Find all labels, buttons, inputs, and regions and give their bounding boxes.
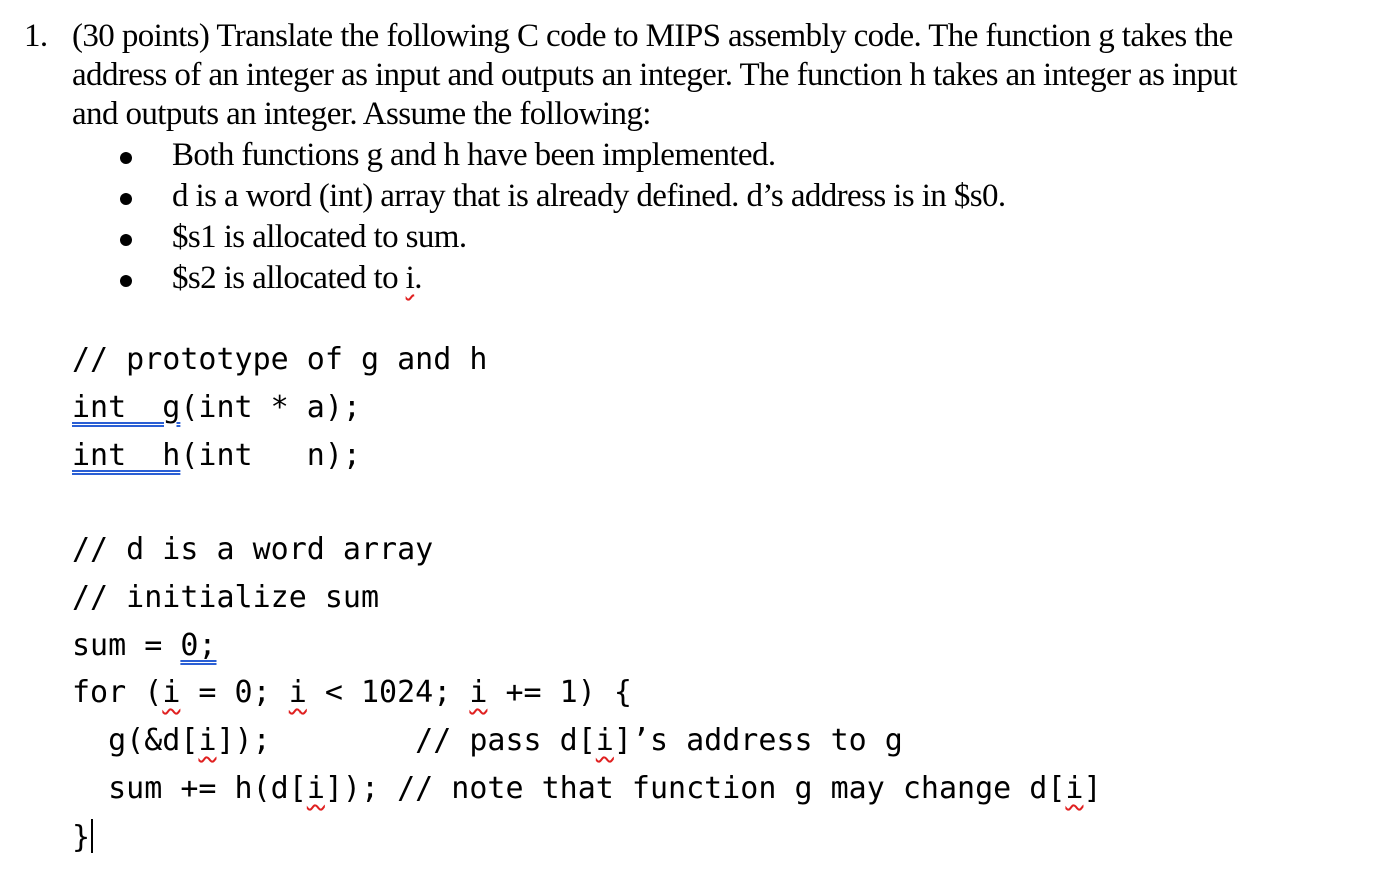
code-for-loop: for (i = 0; i < 1024; i += 1) { [72, 675, 632, 710]
assumption-4-text: $s2 is allocated to [172, 260, 406, 296]
problem-number: 1. [24, 18, 48, 54]
code-token: ]’s address to g [613, 723, 903, 758]
problem-line-1: (30 points) Translate the following C co… [72, 18, 1233, 54]
code-g-call: g(&d[i]); // pass d[i]’s address to g [72, 723, 903, 758]
bullet-icon [120, 234, 132, 246]
spell-flag-i: i [595, 723, 614, 758]
problem-line-2: address of an integer as input and outpu… [72, 57, 1238, 93]
code-comment-prototype: // prototype of g and h [72, 342, 488, 377]
code-sum-init-a: sum = [72, 628, 181, 663]
spell-flag-i: i [405, 260, 415, 296]
code-proto-h: int h(int n); [72, 438, 361, 473]
assumption-2: d is a word (int) array that is already … [172, 178, 1006, 214]
code-token: ]); // pass d[ [216, 723, 596, 758]
code-token: ]); // note that function g may change d… [324, 771, 1066, 806]
code-token: ] [1083, 771, 1102, 806]
problem-line-3: and outputs an integer. Assume the follo… [72, 96, 651, 132]
spell-flag-i: i [469, 675, 488, 710]
code-comment-array: // d is a word array [72, 532, 434, 567]
code-h-call: sum += h(d[i]); // note that function g … [72, 771, 1102, 806]
spell-flag-i: i [198, 723, 217, 758]
code-token: sum += h(d[ [72, 771, 307, 806]
code-token: = 0; [180, 675, 289, 710]
code-proto-g: int g(int * a); [72, 390, 361, 425]
code-close-brace[interactable]: } [72, 819, 94, 855]
code-sum-init: sum = 0; [72, 628, 217, 663]
grammar-flag: 0; [180, 628, 217, 663]
assumption-4-end: . [414, 260, 422, 296]
assumption-3: $s1 is allocated to sum. [172, 219, 467, 255]
spell-flag-i: i [288, 675, 307, 710]
code-token: for ( [72, 675, 163, 710]
code-token: < 1024; [306, 675, 470, 710]
assumption-1: Both functions g and h have been impleme… [172, 137, 776, 173]
grammar-flag: int h [72, 438, 181, 473]
code-proto-g-rest: (int * a); [180, 390, 361, 425]
bullet-icon [120, 275, 132, 287]
bullet-icon [120, 152, 132, 164]
code-token: g(&d[ [72, 723, 199, 758]
code-proto-h-rest: (int n); [180, 438, 361, 473]
bullet-icon [120, 193, 132, 205]
code-token: } [72, 820, 91, 855]
spell-flag-i: i [1065, 771, 1084, 806]
text-cursor [91, 819, 94, 853]
code-token: += 1) { [487, 675, 632, 710]
spell-flag-i: i [162, 675, 181, 710]
assumption-4: $s2 is allocated to i. [172, 260, 422, 297]
code-comment-init: // initialize sum [72, 580, 380, 615]
grammar-flag: int g [72, 390, 181, 425]
spell-flag-i: i [306, 771, 325, 806]
